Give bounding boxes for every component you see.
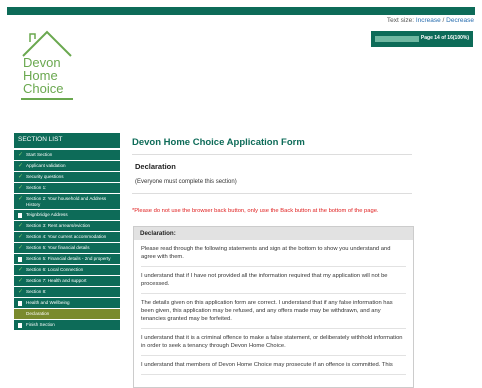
- sidebar-item[interactable]: ✓ Applicant validation: [14, 161, 120, 171]
- sidebar-item-label: Section 8:: [26, 289, 47, 294]
- check-icon: ✓: [17, 174, 24, 180]
- check-icon: ✓: [17, 152, 24, 158]
- check-icon: ✓: [17, 223, 24, 229]
- section-heading: Declaration: [135, 162, 176, 171]
- sidebar-item[interactable]: Finish Section: [14, 320, 120, 330]
- sidebar-item[interactable]: Declaration: [14, 309, 120, 319]
- progress-text: Page 14 of 16(100%): [420, 35, 469, 41]
- sidebar-item-label: Start Section: [26, 152, 53, 157]
- sidebar-item[interactable]: ✓ Section 5: Your financial details: [14, 243, 120, 253]
- divider: [132, 193, 412, 194]
- document-icon: [18, 213, 22, 218]
- section-subheading: (Everyone must complete this section): [135, 179, 237, 185]
- sidebar-item-label: Section 1:: [26, 185, 47, 190]
- sidebar-item-label: Section 6: Local Connection: [26, 267, 84, 272]
- main-content: Devon Home Choice Application Form: [132, 133, 412, 148]
- check-icon: ✓: [17, 245, 24, 251]
- check-icon: ✓: [17, 289, 24, 295]
- section-list-title: SECTION LIST: [14, 133, 120, 148]
- check-icon: ✓: [17, 267, 24, 273]
- sidebar-item[interactable]: ✓ Section 6: Local Connection: [14, 265, 120, 275]
- divider: [132, 154, 412, 155]
- sidebar-item[interactable]: ✓ Security questions: [14, 172, 120, 182]
- check-icon: ✓: [17, 278, 24, 284]
- declaration-box: Declaration: Please read through the fol…: [133, 226, 414, 388]
- document-icon: [18, 323, 22, 328]
- sidebar-item[interactable]: ✓ Section 3: Rent arrears/eviction: [14, 221, 120, 231]
- progress-bar: [375, 36, 419, 42]
- sidebar-item-label: Section 7: Health and support: [26, 278, 87, 283]
- text-size-control: Text size: Increase / Decrease: [386, 17, 474, 24]
- sidebar-item-label: Security questions: [26, 174, 64, 179]
- sidebar-item[interactable]: Section 5: Financial details - 2nd prope…: [14, 254, 120, 264]
- sidebar-item-label: Applicant validation: [26, 163, 66, 168]
- sidebar-item-label: Section 3: Rent arrears/eviction: [26, 223, 91, 228]
- sidebar-item-label: Teignbridge Address: [26, 212, 68, 217]
- section-list-sidebar: SECTION LIST ✓ Start Section ✓ Applicant va…: [14, 133, 120, 331]
- declaration-box-title: Declaration:: [134, 227, 413, 240]
- text-size-label: Text size:: [386, 17, 414, 24]
- sidebar-item-label: Section 5: Financial details - 2nd prope…: [26, 256, 111, 261]
- logo-underline: [21, 98, 73, 100]
- sidebar-item[interactable]: ✓ Section 1:: [14, 183, 120, 193]
- increase-text-link[interactable]: Increase: [416, 17, 441, 24]
- sidebar-item-label: Section 2: Your household and Address Hi…: [26, 196, 107, 207]
- sidebar-item-label: Finish Section: [26, 322, 55, 327]
- declaration-statement: I understand that if I have not provided…: [141, 267, 406, 294]
- sidebar-item-label: Section 5: Your financial details: [26, 245, 90, 250]
- logo-word-3: Choice: [23, 81, 64, 96]
- house-icon: [22, 30, 72, 57]
- sidebar-item-label: Health and Wellbeing: [26, 300, 70, 305]
- declaration-statement: I understand that members of Devon Home …: [141, 356, 406, 375]
- sidebar-item[interactable]: Health and Wellbeing: [14, 298, 120, 308]
- progress-indicator: Page 14 of 16(100%): [371, 31, 473, 47]
- sidebar-item-label: Section 4: Your current accommodation: [26, 234, 107, 239]
- page-title: Devon Home Choice Application Form: [132, 137, 305, 148]
- sidebar-item[interactable]: ✓ Section 2: Your household and Address H…: [14, 194, 120, 209]
- declaration-statement: Please read through the following statem…: [141, 240, 406, 267]
- check-icon: ✓: [17, 163, 24, 169]
- devon-home-choice-logo[interactable]: Devon Home Choice: [17, 28, 77, 104]
- declaration-statement: The details given on this application fo…: [141, 294, 406, 329]
- document-icon: [18, 257, 22, 262]
- top-bar: [7, 7, 475, 15]
- declaration-statement: I understand that it is a criminal offen…: [141, 329, 406, 356]
- sidebar-item[interactable]: ✓ Section 4: Your current accommodation: [14, 232, 120, 242]
- sidebar-item[interactable]: Teignbridge Address: [14, 210, 120, 220]
- sidebar-item[interactable]: ✓ Section 8:: [14, 287, 120, 297]
- back-button-warning: *Please do not use the browser back butt…: [132, 208, 379, 214]
- sidebar-item[interactable]: ✓ Start Section: [14, 150, 120, 160]
- check-icon: ✓: [17, 185, 24, 191]
- sidebar-item-label: Declaration: [26, 311, 50, 316]
- check-icon: ✓: [17, 196, 24, 202]
- document-icon: [18, 301, 22, 306]
- sidebar-item[interactable]: ✓ Section 7: Health and support: [14, 276, 120, 286]
- check-icon: ✓: [17, 234, 24, 240]
- decrease-text-link[interactable]: Decrease: [446, 17, 474, 24]
